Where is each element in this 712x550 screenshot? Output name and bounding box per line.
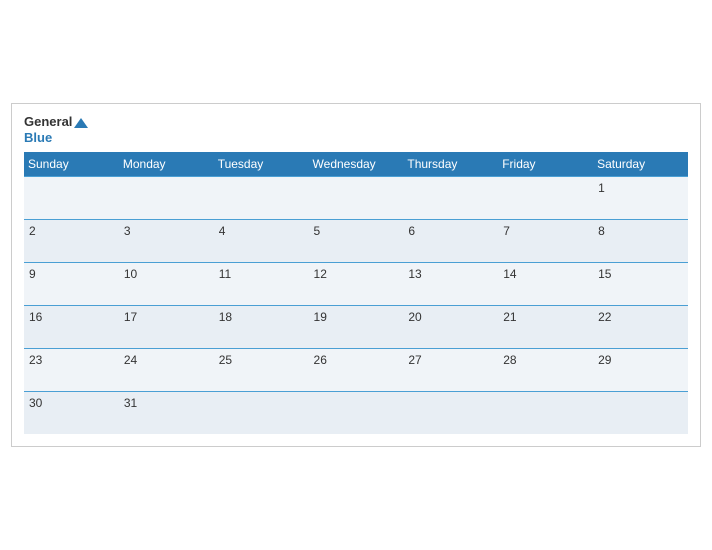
day-number: 9 — [29, 267, 36, 281]
calendar-day-13: 13 — [403, 262, 498, 305]
calendar-day-29: 29 — [593, 348, 688, 391]
calendar-table: SundayMondayTuesdayWednesdayThursdayFrid… — [24, 152, 688, 434]
calendar-day-9: 9 — [24, 262, 119, 305]
logo-triangle-icon — [74, 118, 88, 128]
calendar-day-18: 18 — [214, 305, 309, 348]
day-number: 24 — [124, 353, 137, 367]
calendar-day-12: 12 — [309, 262, 404, 305]
calendar: General Blue SundayMondayTuesdayWednesda… — [11, 103, 701, 446]
day-number: 19 — [314, 310, 327, 324]
calendar-day-30: 30 — [24, 391, 119, 434]
day-number: 22 — [598, 310, 611, 324]
calendar-week-row: 2 3 4 5 6 7 8 — [24, 219, 688, 262]
day-number: 6 — [408, 224, 415, 238]
calendar-header: General Blue — [24, 114, 688, 145]
calendar-week-row: 30 31 — [24, 391, 688, 434]
calendar-day-empty — [498, 391, 593, 434]
day-number: 23 — [29, 353, 42, 367]
day-number: 8 — [598, 224, 605, 238]
calendar-day-2: 2 — [24, 219, 119, 262]
day-number: 1 — [598, 181, 605, 195]
day-number: 12 — [314, 267, 327, 281]
weekday-header-friday: Friday — [498, 152, 593, 177]
day-number: 5 — [314, 224, 321, 238]
calendar-day-empty — [24, 176, 119, 219]
day-number: 4 — [219, 224, 226, 238]
calendar-day-empty — [214, 176, 309, 219]
calendar-day-10: 10 — [119, 262, 214, 305]
weekday-header-sunday: Sunday — [24, 152, 119, 177]
calendar-day-16: 16 — [24, 305, 119, 348]
weekday-header-thursday: Thursday — [403, 152, 498, 177]
calendar-day-22: 22 — [593, 305, 688, 348]
day-number: 3 — [124, 224, 131, 238]
day-number: 14 — [503, 267, 516, 281]
logo-blue-text: Blue — [24, 130, 52, 146]
calendar-day-15: 15 — [593, 262, 688, 305]
weekday-header-tuesday: Tuesday — [214, 152, 309, 177]
calendar-day-empty — [403, 176, 498, 219]
day-number: 18 — [219, 310, 232, 324]
day-number: 28 — [503, 353, 516, 367]
weekday-header-row: SundayMondayTuesdayWednesdayThursdayFrid… — [24, 152, 688, 177]
day-number: 11 — [219, 267, 231, 281]
calendar-day-8: 8 — [593, 219, 688, 262]
day-number: 26 — [314, 353, 327, 367]
calendar-week-row: 23 24 25 26 27 28 29 — [24, 348, 688, 391]
day-number: 20 — [408, 310, 421, 324]
calendar-day-31: 31 — [119, 391, 214, 434]
day-number: 7 — [503, 224, 510, 238]
calendar-week-row: 9 10 11 12 13 14 15 — [24, 262, 688, 305]
calendar-day-24: 24 — [119, 348, 214, 391]
weekday-header-saturday: Saturday — [593, 152, 688, 177]
weekday-header-monday: Monday — [119, 152, 214, 177]
calendar-day-empty — [119, 176, 214, 219]
calendar-week-row: 1 — [24, 176, 688, 219]
calendar-day-27: 27 — [403, 348, 498, 391]
calendar-day-1: 1 — [593, 176, 688, 219]
calendar-day-19: 19 — [309, 305, 404, 348]
day-number: 25 — [219, 353, 232, 367]
calendar-day-4: 4 — [214, 219, 309, 262]
calendar-day-empty — [403, 391, 498, 434]
logo-area: General Blue — [24, 114, 88, 145]
calendar-day-11: 11 — [214, 262, 309, 305]
calendar-day-17: 17 — [119, 305, 214, 348]
calendar-day-23: 23 — [24, 348, 119, 391]
calendar-day-empty — [309, 391, 404, 434]
day-number: 30 — [29, 396, 42, 410]
day-number: 31 — [124, 396, 137, 410]
day-number: 21 — [503, 310, 516, 324]
calendar-day-empty — [593, 391, 688, 434]
calendar-day-6: 6 — [403, 219, 498, 262]
weekday-header-wednesday: Wednesday — [309, 152, 404, 177]
day-number: 16 — [29, 310, 42, 324]
day-number: 17 — [124, 310, 137, 324]
day-number: 27 — [408, 353, 421, 367]
calendar-week-row: 16 17 18 19 20 21 22 — [24, 305, 688, 348]
calendar-day-3: 3 — [119, 219, 214, 262]
calendar-day-26: 26 — [309, 348, 404, 391]
logo-general-text: General — [24, 114, 88, 130]
calendar-day-7: 7 — [498, 219, 593, 262]
calendar-day-empty — [309, 176, 404, 219]
calendar-day-20: 20 — [403, 305, 498, 348]
calendar-day-empty — [214, 391, 309, 434]
day-number: 15 — [598, 267, 611, 281]
calendar-day-25: 25 — [214, 348, 309, 391]
day-number: 13 — [408, 267, 421, 281]
calendar-day-14: 14 — [498, 262, 593, 305]
calendar-day-5: 5 — [309, 219, 404, 262]
calendar-day-empty — [498, 176, 593, 219]
day-number: 29 — [598, 353, 611, 367]
calendar-day-28: 28 — [498, 348, 593, 391]
day-number: 10 — [124, 267, 137, 281]
calendar-day-21: 21 — [498, 305, 593, 348]
day-number: 2 — [29, 224, 36, 238]
